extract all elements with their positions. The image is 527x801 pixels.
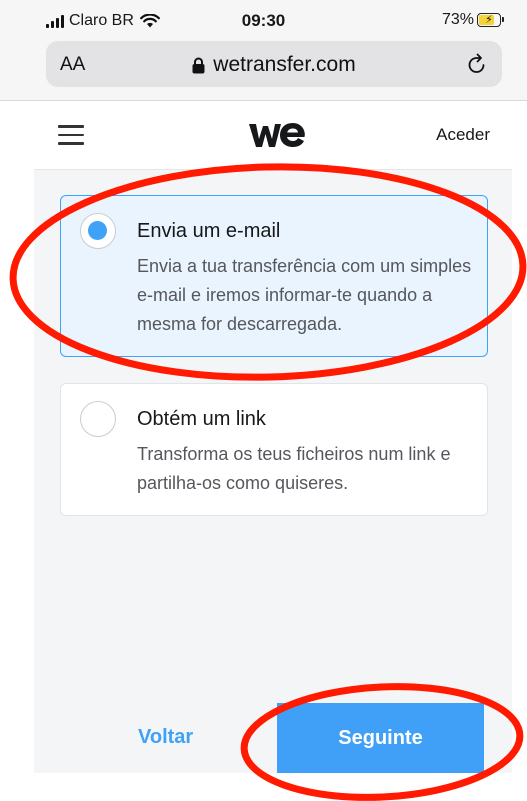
charging-bolt-icon: ⚡ <box>485 14 493 26</box>
radio-send-email[interactable] <box>80 213 116 249</box>
reload-icon[interactable] <box>466 52 488 76</box>
option-title: Obtém um link <box>137 408 266 430</box>
battery-icon: ⚡ <box>477 13 504 27</box>
status-bar: Claro BR 09:30 73% ⚡ <box>0 0 527 34</box>
option-title: Envia um e-mail <box>137 220 281 242</box>
option-get-link[interactable]: Obtém um link Transforma os teus ficheir… <box>60 383 488 516</box>
sign-in-link[interactable]: Aceder <box>436 125 490 145</box>
site-header: Aceder <box>34 101 512 170</box>
wetransfer-logo[interactable] <box>249 121 305 149</box>
option-description: Envia a tua transferência com um simples… <box>137 256 472 334</box>
menu-icon[interactable] <box>58 125 84 151</box>
url-display[interactable]: wetransfer.com <box>46 53 502 77</box>
back-button[interactable]: Voltar <box>138 726 193 749</box>
battery-status: 73% ⚡ <box>441 11 504 29</box>
next-button[interactable]: Seguinte <box>277 703 484 773</box>
transfer-type-panel: Envia um e-mail Envia a tua transferênci… <box>34 170 512 773</box>
address-bar[interactable]: AA wetransfer.com <box>46 41 502 87</box>
url-text: wetransfer.com <box>213 53 356 76</box>
browser-toolbar: AA wetransfer.com <box>0 34 527 101</box>
radio-get-link[interactable] <box>80 401 116 437</box>
option-description: Transforma os teus ficheiros num link e … <box>137 444 451 493</box>
battery-percent: 73% <box>441 11 474 28</box>
option-send-email[interactable]: Envia um e-mail Envia a tua transferênci… <box>60 195 488 357</box>
lock-icon <box>192 57 205 73</box>
